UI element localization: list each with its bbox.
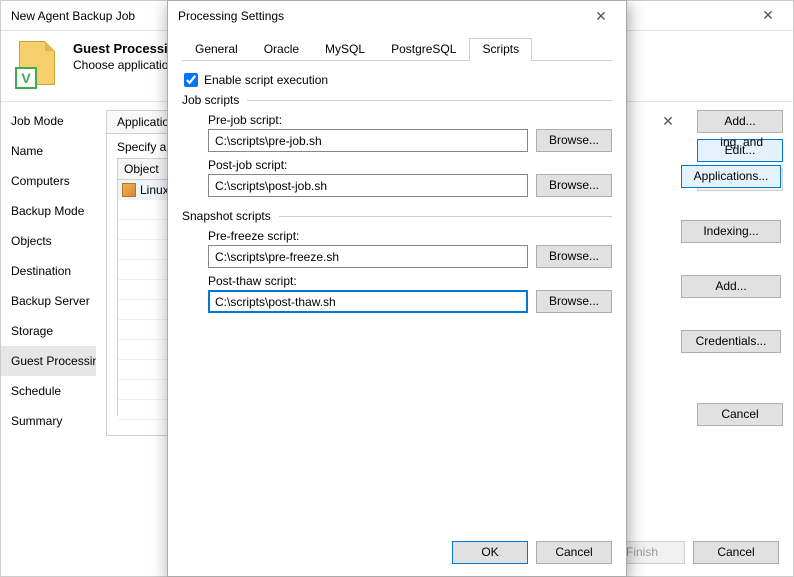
wizard-steps: Job ModeNameComputersBackup ModeObjectsD… <box>1 101 96 576</box>
post-job-browse-button[interactable]: Browse... <box>536 174 612 197</box>
add2-button[interactable]: Add... <box>681 275 781 298</box>
add-button[interactable]: Add... <box>697 110 783 133</box>
step-backup-server[interactable]: Backup Server <box>1 286 96 316</box>
snapshot-scripts-legend: Snapshot scripts <box>182 209 271 223</box>
pre-freeze-input[interactable] <box>208 245 528 268</box>
applications-button[interactable]: Applications... <box>681 165 781 188</box>
step-objects[interactable]: Objects <box>1 226 96 256</box>
enable-script-label: Enable script execution <box>204 73 328 87</box>
pre-job-label: Pre-job script: <box>208 113 612 127</box>
step-schedule[interactable]: Schedule <box>1 376 96 406</box>
step-computers[interactable]: Computers <box>1 166 96 196</box>
pre-job-input[interactable] <box>208 129 528 152</box>
dialog-buttons: OK Cancel <box>452 541 612 564</box>
tab-general[interactable]: General <box>182 38 251 61</box>
dialog-body: GeneralOracleMySQLPostgreSQLScripts Enab… <box>168 31 626 333</box>
pre-freeze-browse-button[interactable]: Browse... <box>536 245 612 268</box>
enable-script-input[interactable] <box>184 73 198 87</box>
step-name[interactable]: Name <box>1 136 96 166</box>
credentials-button[interactable]: Credentials... <box>681 330 781 353</box>
wizard-title-text: New Agent Backup Job <box>11 1 135 31</box>
computer-icon <box>122 183 136 197</box>
pre-freeze-field: Pre-freeze script: Browse... <box>208 229 612 268</box>
indexing-button[interactable]: Indexing... <box>681 220 781 243</box>
tab-postgresql[interactable]: PostgreSQL <box>378 38 469 61</box>
cancel-button[interactable]: Cancel <box>536 541 612 564</box>
dialog-title: Processing Settings <box>178 9 284 23</box>
post-job-field: Post-job script: Browse... <box>208 158 612 197</box>
ok-button[interactable]: OK <box>452 541 528 564</box>
right-desc: ing, and <box>720 135 763 149</box>
post-thaw-field: Post-thaw script: Browse... <box>208 274 612 313</box>
processing-settings-dialog: Processing Settings ✕ GeneralOracleMySQL… <box>167 0 627 577</box>
dialog-titlebar: Processing Settings ✕ <box>168 1 626 31</box>
step-summary[interactable]: Summary <box>1 406 96 436</box>
snapshot-scripts-group: Snapshot scripts Pre-freeze script: Brow… <box>182 209 612 319</box>
tab-mysql[interactable]: MySQL <box>312 38 378 61</box>
inner-close-icon[interactable]: ✕ <box>653 113 683 130</box>
wizard-page-icon: V <box>15 41 61 87</box>
tab-scripts[interactable]: Scripts <box>469 38 532 61</box>
post-thaw-input[interactable] <box>208 290 528 313</box>
step-storage[interactable]: Storage <box>1 316 96 346</box>
post-job-input[interactable] <box>208 174 528 197</box>
post-thaw-browse-button[interactable]: Browse... <box>536 290 612 313</box>
step-job-mode[interactable]: Job Mode <box>1 106 96 136</box>
job-scripts-legend: Job scripts <box>182 93 239 107</box>
wizard-cancel-button[interactable]: Cancel <box>693 541 779 564</box>
post-thaw-label: Post-thaw script: <box>208 274 612 288</box>
step-backup-mode[interactable]: Backup Mode <box>1 196 96 226</box>
pre-job-browse-button[interactable]: Browse... <box>536 129 612 152</box>
close-icon[interactable]: ✕ <box>753 7 783 24</box>
job-scripts-group: Job scripts Pre-job script: Browse... Po… <box>182 93 612 203</box>
step-destination[interactable]: Destination <box>1 256 96 286</box>
step-guest-processing[interactable]: Guest Processing <box>1 346 96 376</box>
dialog-close-icon[interactable]: ✕ <box>586 8 616 25</box>
tab-oracle[interactable]: Oracle <box>251 38 312 61</box>
pre-freeze-label: Pre-freeze script: <box>208 229 612 243</box>
panel-cancel-button[interactable]: Cancel <box>697 403 783 426</box>
post-job-label: Post-job script: <box>208 158 612 172</box>
enable-script-checkbox[interactable]: Enable script execution <box>184 73 610 87</box>
dialog-tabs: GeneralOracleMySQLPostgreSQLScripts <box>182 37 612 61</box>
pre-job-field: Pre-job script: Browse... <box>208 113 612 152</box>
